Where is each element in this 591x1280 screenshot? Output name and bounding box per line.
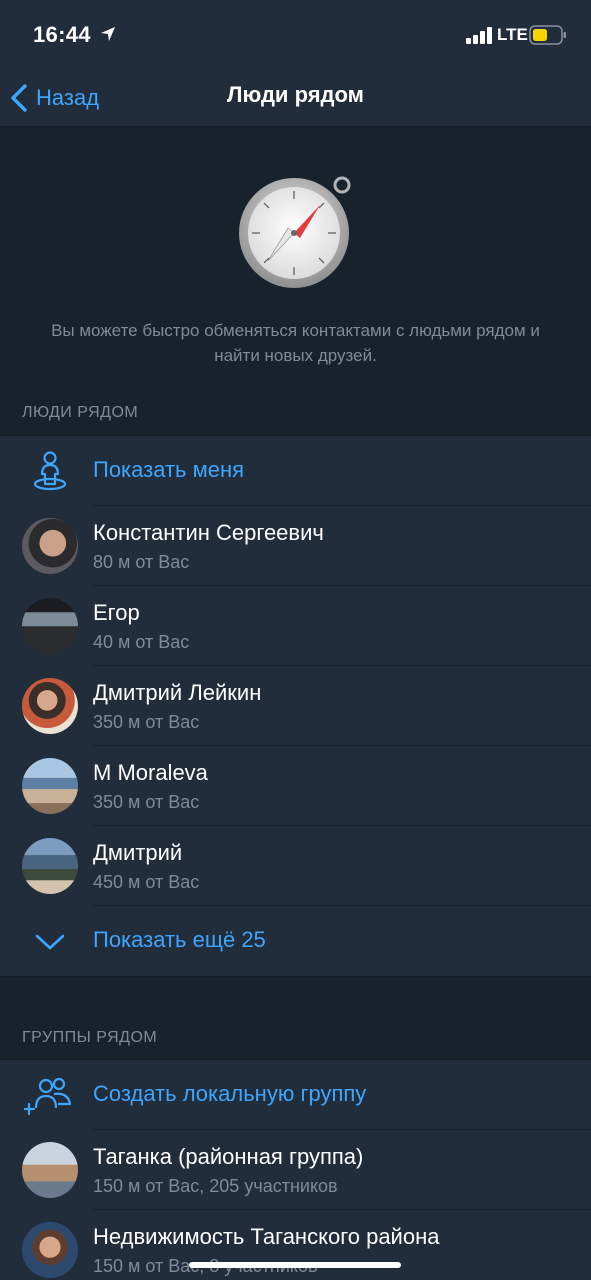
group-name: Таганка (районная группа): [93, 1144, 364, 1169]
people-section-header: ЛЮДИ РЯДОМ: [22, 404, 139, 421]
person-distance: 450 м от Вас: [93, 872, 200, 892]
avatar: [22, 838, 78, 894]
status-bar: 16:44 LTE: [0, 0, 591, 70]
show-me-button[interactable]: Показать меня: [0, 436, 591, 506]
person-distance: 350 м от Вас: [93, 712, 200, 732]
location-arrow-icon: [101, 27, 115, 41]
group-info: 150 м от Вас, 205 участников: [93, 1176, 338, 1196]
list-item[interactable]: Дмитрий 450 м от Вас: [0, 826, 591, 906]
groups-list: Создать локальную группу Таганка (районн…: [0, 1059, 591, 1280]
avatar: [22, 518, 78, 574]
chevron-down-icon: [35, 934, 65, 950]
avatar: [22, 598, 78, 654]
person-distance: 40 м от Вас: [93, 632, 190, 652]
list-item[interactable]: Дмитрий Лейкин 350 м от Вас: [0, 666, 591, 746]
intro-section: Вы можете быстро обменяться контактами с…: [0, 128, 591, 393]
people-list: Показать меня Константин Сергеевич 80 м …: [0, 435, 591, 977]
home-indicator[interactable]: [189, 1262, 401, 1268]
person-name: Дмитрий Лейкин: [93, 680, 262, 705]
page-title: Люди рядом: [227, 82, 364, 107]
cellular-signal-icon: [466, 27, 492, 44]
create-group-label: Создать локальную группу: [93, 1081, 367, 1106]
person-distance: 350 м от Вас: [93, 792, 200, 812]
show-more-button[interactable]: Показать ещё 25: [0, 906, 591, 976]
person-name: Константин Сергеевич: [93, 520, 324, 545]
status-time: 16:44: [33, 22, 91, 47]
list-item[interactable]: Недвижимость Таганского района 150 м от …: [0, 1210, 591, 1280]
avatar: [22, 1142, 78, 1198]
person-name: M Moraleva: [93, 760, 208, 785]
add-group-icon: [24, 1077, 72, 1116]
groups-section-header: ГРУППЫ РЯДОМ: [22, 1029, 158, 1046]
list-item[interactable]: Егор 40 м от Вас: [0, 586, 591, 666]
avatar: [22, 1222, 78, 1278]
avatar: [22, 678, 78, 734]
show-more-label: Показать ещё 25: [93, 927, 266, 952]
group-name: Недвижимость Таганского района: [93, 1224, 440, 1249]
battery-icon: [529, 25, 566, 45]
person-location-icon: [33, 451, 67, 491]
list-item[interactable]: Таганка (районная группа) 150 м от Вас, …: [0, 1130, 591, 1210]
intro-description: Вы можете быстро обменяться контактами с…: [51, 321, 540, 365]
person-name: Дмитрий: [93, 840, 183, 865]
show-me-label: Показать меня: [93, 457, 245, 482]
network-type: LTE: [497, 25, 528, 44]
create-local-group-button[interactable]: Создать локальную группу: [0, 1060, 591, 1130]
person-distance: 80 м от Вас: [93, 552, 190, 572]
navigation-bar: Назад Люди рядом: [0, 70, 591, 127]
list-item[interactable]: Константин Сергеевич 80 м от Вас: [0, 506, 591, 586]
list-item[interactable]: M Moraleva 350 м от Вас: [0, 746, 591, 826]
compass-icon: [239, 176, 351, 288]
person-name: Егор: [93, 600, 140, 625]
avatar: [22, 758, 78, 814]
